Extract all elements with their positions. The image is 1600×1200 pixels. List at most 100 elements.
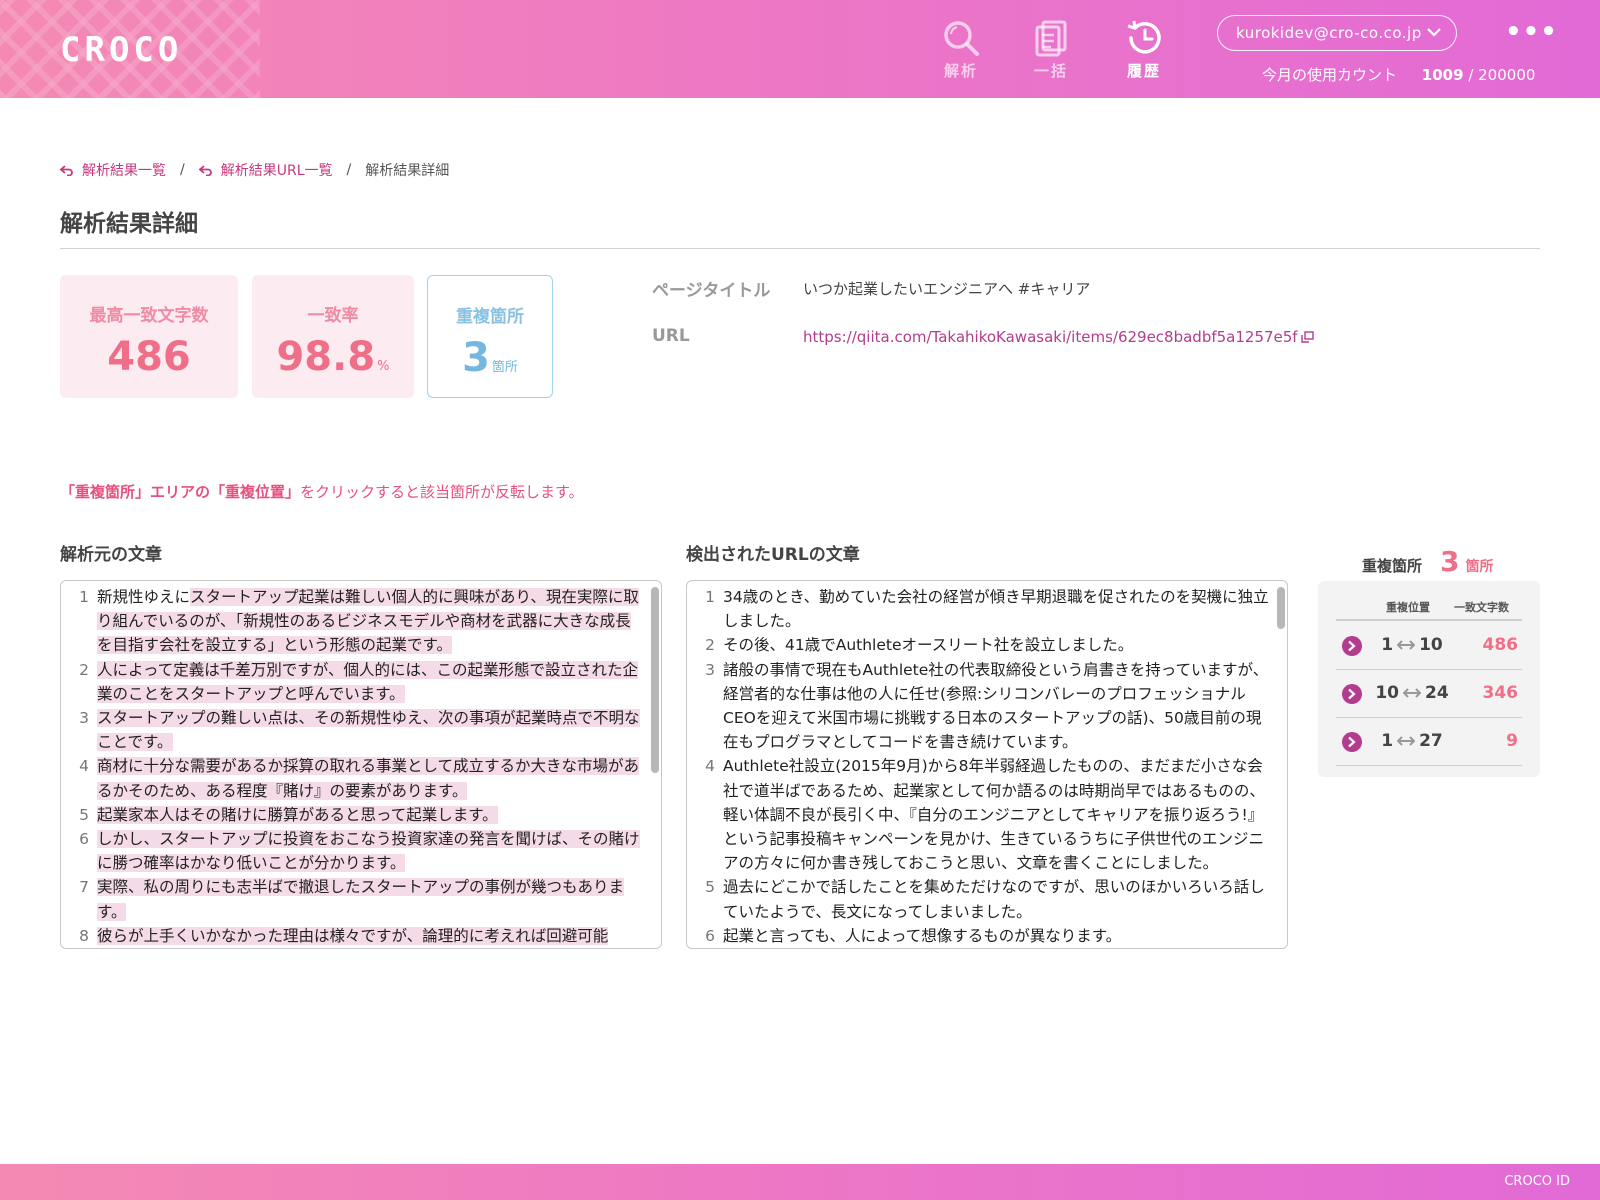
position-to: 10 — [1419, 635, 1443, 655]
account-dropdown[interactable]: kurokidev@cro-co.co.jp — [1217, 15, 1457, 51]
chevron-right-icon[interactable] — [1342, 636, 1362, 656]
nav-history[interactable]: 履歴 — [1109, 18, 1179, 81]
breadcrumb-label-results: 解析結果一覧 — [82, 163, 166, 179]
line-number: 7 — [79, 878, 89, 897]
hint-text: をクリックすると該当箇所が反転します。 — [300, 483, 584, 501]
col-position-header: 重複位置 — [1386, 601, 1430, 614]
line-text: 諸般の事情で現在もAuthlete社の代表取締役という肩書きを持っていますが、経… — [723, 660, 1269, 752]
line-number: 4 — [705, 757, 715, 776]
duplicate-position[interactable]: 10 24 — [1372, 683, 1452, 703]
app-header: CROCO 解析 一括 履歴 kurokidev@cro-co.co.jp ••… — [0, 0, 1600, 98]
detected-text-title: 検出されたURLの文章 — [686, 545, 860, 565]
position-from: 10 — [1375, 683, 1399, 703]
breadcrumb-label-url-results: 解析結果URL一覧 — [220, 163, 333, 179]
source-line: 1 新規性ゆえにスタートアップ起業は難しい個人的に興味があり、現在実際に取り組んで… — [61, 585, 649, 658]
stat-match-rate-label: 一致率 — [307, 306, 359, 326]
detected-line: 1 34歳のとき、勤めていた会社の経営が傾き早期退職を促されたのを契機に独立しまし… — [687, 585, 1275, 633]
stat-match-rate-unit: % — [377, 359, 390, 374]
stat-duplicates-value: 3 — [462, 335, 490, 381]
position-to: 27 — [1419, 731, 1443, 751]
url-label: URL — [652, 326, 690, 346]
duplicate-chars: 9 — [1506, 731, 1518, 751]
bidirectional-arrow-icon — [1397, 640, 1416, 650]
line-text-highlight: しかし、スタートアップに投資をおこなう投資家達の発言を聞けば、その賭けに勝つ確率… — [97, 830, 640, 873]
detected-line: 4 Authlete社設立(2015年9月)から8年半弱経過したものの、まだまだ小… — [687, 754, 1275, 875]
line-text-highlight: 彼らが上手くいかなかった理由は様々ですが、論理的に考えれば回避可能 — [97, 926, 609, 945]
duplicate-position[interactable]: 1 27 — [1372, 731, 1452, 751]
breadcrumb: 解析結果一覧 / 解析結果URL一覧 / 解析結果詳細 — [60, 160, 449, 180]
detected-text-content: 1 34歳のとき、勤めていた会社の経営が傾き早期退職を促されたのを契機に独立しまし… — [687, 585, 1275, 948]
chevron-right-icon[interactable] — [1342, 684, 1362, 704]
app-logo[interactable]: CROCO — [60, 30, 182, 70]
duplicate-position[interactable]: 1 10 — [1372, 635, 1452, 655]
source-line: 5 起業家本人はその賭けに勝算があると思って起業します。 — [61, 803, 649, 827]
batch-icon — [1035, 20, 1067, 57]
line-number: 4 — [79, 757, 89, 776]
duplicate-row[interactable]: 1 27 9 — [1336, 719, 1522, 766]
footer-croco-id[interactable]: CROCO ID — [1504, 1174, 1570, 1189]
line-number: 1 — [79, 588, 89, 606]
chevron-right-icon[interactable] — [1342, 732, 1362, 752]
duplicates-header: 重複箇所 3 箇所 — [1362, 545, 1494, 578]
nav-analyze[interactable]: 解析 — [926, 18, 996, 81]
back-arrow-icon — [198, 165, 212, 176]
detected-scrollbar-thumb[interactable] — [1277, 587, 1285, 629]
search-icon — [944, 21, 979, 56]
detected-line: 2 その後、41歳でAuthleteオースリート社を設立しました。 — [687, 633, 1275, 657]
breadcrumb-separator: / — [180, 162, 185, 178]
instruction-hint: 「重複箇所」エリアの「重複位置」をクリックすると該当箇所が反転します。 — [60, 481, 584, 502]
source-scrollbar-thumb[interactable] — [651, 587, 659, 773]
detected-line: 3 諸般の事情で現在もAuthlete社の代表取締役という肩書きを持っていますが、… — [687, 658, 1275, 755]
line-number: 3 — [705, 660, 715, 679]
duplicates-table-header: 重複位置 一致文字数 — [1336, 599, 1522, 621]
breadcrumb-current: 解析結果詳細 — [365, 163, 450, 179]
duplicate-row[interactable]: 1 10 486 — [1336, 623, 1522, 670]
stat-max-match-value: 486 — [107, 334, 191, 380]
stat-max-match: 最高一致文字数 486 — [60, 275, 238, 398]
detected-text-panel[interactable]: 1 34歳のとき、勤めていた会社の経営が傾き早期退職を促されたのを契機に独立しまし… — [686, 580, 1288, 949]
line-number: 8 — [79, 926, 89, 945]
source-text-panel[interactable]: 1 新規性ゆえにスタートアップ起業は難しい個人的に興味があり、現在実際に取り組んで… — [60, 580, 662, 949]
source-text-content: 1 新規性ゆえにスタートアップ起業は難しい個人的に興味があり、現在実際に取り組んで… — [61, 585, 649, 948]
source-line: 4 商材に十分な需要があるか採算の取れる事業として成立するか大きな市場があるかその… — [61, 754, 649, 802]
line-number: 2 — [705, 636, 715, 655]
more-menu-button[interactable]: ••• — [1505, 19, 1558, 45]
source-text-title: 解析元の文章 — [60, 545, 162, 565]
chevron-down-icon — [1427, 28, 1441, 37]
line-number: 1 — [705, 588, 715, 606]
history-icon — [1127, 20, 1161, 54]
page-title: 解析結果詳細 — [60, 211, 198, 237]
page-title-label: ページタイトル — [652, 281, 771, 301]
page-title-value: いつか起業したいエンジニアへ #キャリア — [803, 280, 1091, 298]
duplicates-count: 3 — [1440, 545, 1460, 578]
detected-scrollbar[interactable] — [1277, 587, 1285, 943]
bidirectional-arrow-icon — [1403, 688, 1421, 698]
nav-batch[interactable]: 一括 — [1016, 18, 1086, 81]
line-number: 2 — [79, 660, 89, 679]
line-text-highlight: 商材に十分な需要があるか採算の取れる事業として成立するか大きな市場があるかそのた… — [97, 757, 640, 800]
url-text: https://qiita.com/TakahikoKawasaki/items… — [803, 328, 1298, 346]
source-line: 7 実際、私の周りにも志半ばで撤退したスタートアップの事例が幾つもあります。 — [61, 875, 649, 923]
line-text: 過去にどこかで話したことを集めただけなのですが、思いのほかいろいろ話していたよう… — [723, 878, 1265, 921]
duplicate-chars: 486 — [1482, 635, 1519, 655]
position-from: 1 — [1381, 635, 1394, 655]
line-number: 5 — [705, 878, 715, 897]
source-scrollbar[interactable] — [651, 587, 659, 943]
usage-separator: / — [1463, 66, 1479, 84]
nav-analyze-label: 解析 — [943, 62, 978, 80]
stat-match-rate-value: 98.8 — [276, 334, 376, 380]
breadcrumb-link-url-results[interactable]: 解析結果URL一覧 — [198, 160, 333, 180]
line-number: 6 — [79, 830, 89, 849]
nav-history-label: 履歴 — [1126, 62, 1161, 80]
line-number: 6 — [705, 926, 715, 945]
source-line: 2 人によって定義は千差万別ですが、個人的には、この起業形態で設立された企業のこと… — [61, 658, 649, 706]
duplicates-panel: 重複位置 一致文字数 1 10 486 10 24 346 1 27 9 — [1318, 581, 1540, 777]
line-number: 3 — [79, 709, 89, 728]
nav-batch-label: 一括 — [1033, 62, 1068, 80]
url-link[interactable]: https://qiita.com/TakahikoKawasaki/items… — [803, 328, 1314, 346]
duplicate-row[interactable]: 10 24 346 — [1336, 671, 1522, 718]
external-link-icon — [1300, 331, 1314, 343]
position-from: 1 — [1381, 731, 1394, 751]
breadcrumb-link-results[interactable]: 解析結果一覧 — [60, 160, 166, 180]
line-text-highlight: 実際、私の周りにも志半ばで撤退したスタートアップの事例が幾つもあります。 — [97, 878, 625, 921]
